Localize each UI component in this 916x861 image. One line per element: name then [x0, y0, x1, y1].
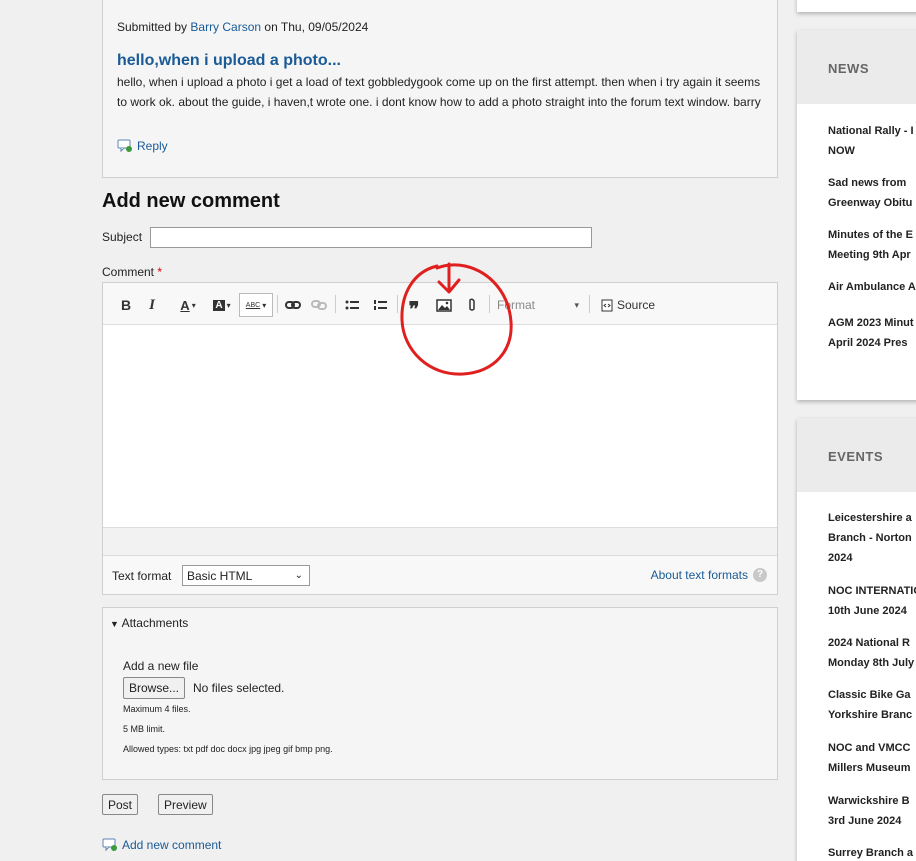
events-block: EVENTS Leicestershire a Branch - Norton 20… [797, 418, 916, 861]
format-dropdown[interactable]: Format ▾ [497, 295, 579, 315]
comment-body: hello, when i upload a photo i get a loa… [117, 75, 761, 109]
toolbar-separator [397, 295, 398, 313]
comment-title-link[interactable]: hello,when i upload a photo... [117, 52, 341, 70]
max-files-note: Maximum 4 files. [123, 704, 191, 714]
reply-icon [117, 139, 132, 153]
background-color-button[interactable]: A ▾ [207, 295, 237, 315]
source-icon [601, 299, 613, 311]
event-item[interactable]: Warwickshire B 3rd June 2024 [828, 791, 916, 831]
editor-status-bar [103, 528, 777, 556]
numbered-list-icon[interactable] [369, 295, 391, 315]
attachments-fieldset: ▼ Attachments Add a new file Browse... N… [102, 607, 778, 780]
toolbar-separator [589, 295, 590, 313]
event-item[interactable]: NOC INTERNATIO 10th June 2024 [828, 581, 916, 621]
attachments-legend: Attachments [121, 616, 189, 630]
no-files-text: No files selected. [193, 681, 285, 695]
dropdown-arrow-icon: ▾ [262, 300, 267, 310]
rich-text-editor: B I A ▾ A ▾ ABC ▾ ❞ Format ▾ Source Text… [102, 282, 778, 595]
reply-label: Reply [137, 139, 168, 153]
events-heading: EVENTS [828, 449, 884, 464]
about-text-formats-link[interactable]: About text formats ? [651, 568, 767, 582]
help-icon: ? [753, 568, 767, 582]
event-item[interactable]: NOC and VMCC Millers Museum [828, 738, 916, 778]
dropdown-arrow-icon: ▾ [574, 299, 579, 310]
reply-link[interactable]: Reply [117, 139, 168, 153]
subject-label: Subject [102, 230, 143, 244]
author-link[interactable]: Barry Carson [190, 20, 261, 34]
news-item[interactable]: Air Ambulance A [828, 277, 916, 297]
size-limit-note: 5 MB limit. [123, 724, 166, 734]
source-button[interactable]: Source [597, 295, 659, 315]
editor-textarea[interactable] [103, 325, 777, 528]
bg-color-label: A [213, 299, 225, 311]
text-format-select[interactable]: Basic HTML ⌄ [182, 565, 310, 586]
news-item[interactable]: AGM 2023 Minut April 2024 Pres [828, 313, 916, 353]
comment-label: Comment * [102, 265, 162, 279]
format-label: Format [497, 298, 536, 312]
unlink-icon[interactable] [309, 295, 329, 315]
comment-add-icon [102, 838, 117, 852]
news-header: NEWS [797, 30, 916, 104]
submitted-date: on Thu, 09/05/2024 [264, 20, 369, 34]
add-file-label: Add a new file [123, 659, 199, 673]
bulleted-list-icon[interactable] [341, 295, 363, 315]
submitted-prefix: Submitted by [117, 20, 188, 34]
toolbar-separator [277, 295, 278, 313]
toolbar-separator [489, 295, 490, 313]
event-item[interactable]: 2024 National R Monday 8th July [828, 633, 916, 673]
text-color-label: A [180, 297, 190, 313]
news-item[interactable]: Sad news from Greenway Obitu [828, 173, 916, 213]
chevron-down-icon: ⌄ [294, 570, 303, 581]
add-new-comment-link[interactable]: Add new comment [102, 838, 221, 852]
text-format-value: Basic HTML [187, 568, 253, 583]
allowed-types-note: Allowed types: txt pdf doc docx jpg jpeg… [123, 744, 333, 754]
preview-button[interactable]: Preview [158, 794, 213, 815]
add-comment-heading: Add new comment [102, 190, 280, 212]
sidebar-top-block [797, 0, 916, 12]
add-comment-link-label: Add new comment [122, 838, 222, 852]
events-header: EVENTS [797, 418, 916, 492]
event-item[interactable]: Surrey Branch a [828, 843, 916, 861]
text-format-label: Text format [112, 569, 172, 583]
comment-label-text: Comment [102, 265, 155, 279]
news-item[interactable]: Minutes of the E Meeting 9th Apr [828, 225, 916, 265]
dropdown-arrow-icon: ▾ [191, 300, 196, 310]
news-heading: NEWS [828, 61, 869, 76]
toolbar-separator [335, 295, 336, 313]
dropdown-arrow-icon: ▾ [226, 300, 231, 310]
submitted-line: Submitted by Barry Carson on Thu, 09/05/… [117, 20, 368, 34]
about-formats-label: About text formats [650, 568, 748, 582]
attachment-icon[interactable] [463, 295, 481, 315]
comment-box: Submitted by Barry Carson on Thu, 09/05/… [102, 0, 778, 178]
attachments-toggle[interactable]: ▼ Attachments [110, 616, 188, 630]
text-format-row: Text format Basic HTML ⌄ About text form… [103, 556, 777, 594]
event-item[interactable]: Leicestershire a Branch - Norton 2024 [828, 508, 916, 568]
spellcheck-label: ABC [245, 301, 261, 309]
required-marker: * [157, 265, 163, 279]
subject-input[interactable] [150, 227, 592, 248]
italic-button[interactable]: I [143, 295, 161, 315]
image-icon[interactable] [433, 295, 455, 315]
editor-toolbar: B I A ▾ A ▾ ABC ▾ ❞ Format ▾ Source [103, 283, 777, 325]
post-button[interactable]: Post [102, 794, 139, 815]
source-label: Source [616, 298, 656, 312]
news-block: NEWS National Rally - I NOW Sad news from… [797, 30, 916, 400]
bold-button[interactable]: B [117, 295, 135, 315]
caret-down-icon: ▼ [110, 619, 119, 629]
spellcheck-button[interactable]: ABC ▾ [239, 293, 273, 317]
browse-button[interactable]: Browse... [123, 677, 186, 699]
news-item[interactable]: National Rally - I NOW [828, 121, 916, 161]
blockquote-icon[interactable]: ❞ [403, 295, 425, 321]
text-color-button[interactable]: A ▾ [173, 295, 203, 315]
event-item[interactable]: Classic Bike Ga Yorkshire Branc [828, 685, 916, 725]
link-icon[interactable] [283, 295, 303, 315]
